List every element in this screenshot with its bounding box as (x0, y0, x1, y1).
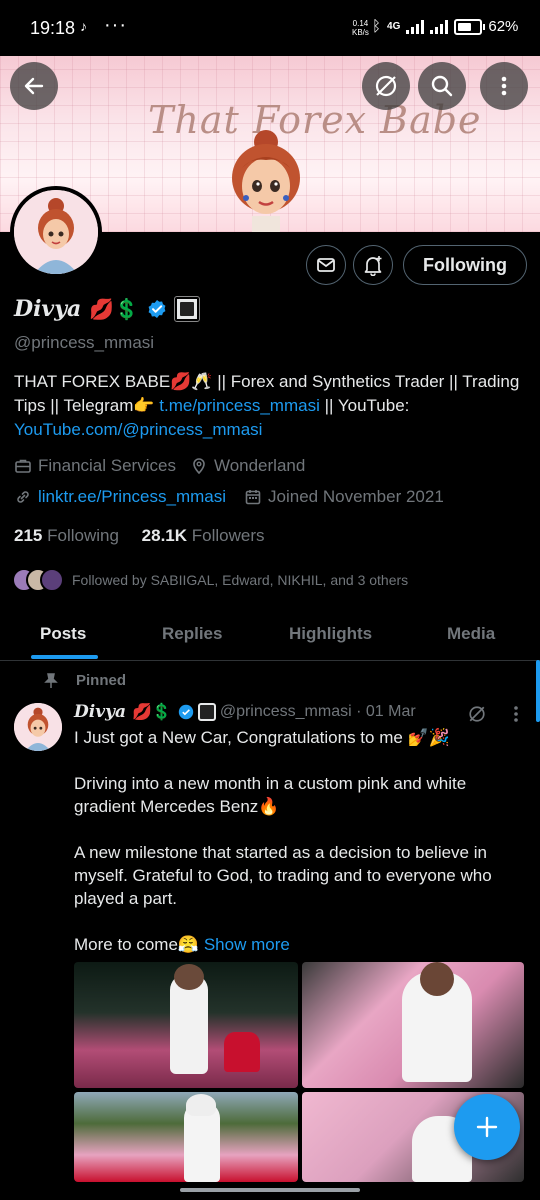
calendar-icon (245, 490, 261, 505)
gesture-nav-bar[interactable] (180, 1188, 360, 1192)
compose-plus-icon (476, 1116, 498, 1138)
follower-avatar-3 (40, 568, 64, 592)
tweet-text: I Just got a New Car, Congratulations to… (74, 728, 492, 954)
tweet-more-icon[interactable] (508, 704, 524, 724)
tweet-photo-1[interactable] (74, 962, 298, 1088)
tab-posts[interactable]: Posts (40, 624, 86, 644)
profile-name-emojis: 💋💲 (89, 297, 140, 321)
telegram-link[interactable]: t.me/princess_mmasi (159, 396, 320, 415)
back-arrow-icon (24, 77, 44, 95)
tab-replies[interactable]: Replies (162, 624, 222, 644)
pin-icon (44, 672, 58, 688)
signal-icon (406, 19, 425, 34)
message-icon (317, 258, 335, 272)
more-notifications-icon: ··· (104, 14, 127, 36)
photo-figure-head (420, 962, 454, 996)
grok-button[interactable] (362, 62, 410, 110)
more-vertical-icon (501, 76, 507, 96)
tweet-author-name[interactable]: Divya (74, 702, 126, 722)
affiliate-badge-icon (197, 703, 216, 721)
tweet-photo-2[interactable] (302, 962, 524, 1088)
grok-icon[interactable] (466, 703, 488, 725)
photo-figure-head (174, 964, 204, 990)
network-type: 4G (387, 21, 401, 32)
followed-by-row[interactable]: Followed by SABIIGAL, Edward, NIKHIL, an… (12, 568, 408, 592)
more-button[interactable] (480, 62, 528, 110)
profile-counts: 215 Following 28.1K Followers (14, 526, 265, 546)
profile-meta-row-1: Financial Services Wonderland (14, 456, 305, 476)
battery-percent: 62% (488, 18, 519, 35)
tiktok-icon: ♪ (80, 18, 87, 34)
following-count-link[interactable]: 215 Following (14, 526, 119, 545)
briefcase-icon (15, 459, 31, 473)
status-icons: ᛒ 4G 62% (372, 18, 518, 35)
photo-figure-head (186, 1094, 216, 1116)
followers-count-link[interactable]: 28.1K Followers (142, 526, 265, 545)
search-button[interactable] (418, 62, 466, 110)
affiliate-badge-icon[interactable] (174, 296, 201, 322)
message-button[interactable] (306, 245, 346, 285)
scrollbar[interactable] (536, 660, 540, 722)
search-icon (431, 75, 453, 97)
net-speed: 0.14 KB/s (352, 19, 369, 37)
profile-name-row: Divya 💋💲 (14, 296, 201, 322)
tweet-avatar-image (14, 703, 62, 751)
followed-by-text: Followed by SABIIGAL, Edward, NIKHIL, an… (72, 572, 409, 588)
profile-joined-date: Joined November 2021 (268, 487, 444, 506)
tab-media[interactable]: Media (447, 624, 495, 644)
avatar-image (14, 190, 98, 274)
pinned-label: Pinned (44, 672, 126, 689)
profile-tabs: Posts Replies Highlights Media (0, 610, 540, 661)
grok-icon (375, 75, 397, 97)
tweet-handle-date: @princess_mmasi · 01 Mar (219, 703, 416, 720)
profile-website-link[interactable]: linktr.ee/Princess_mmasi (38, 487, 226, 507)
profile-name: Divya (14, 296, 82, 322)
battery-icon (454, 18, 486, 35)
status-bar: 19:18 ♪ ··· 0.14 KB/s ᛒ 4G 62% (0, 0, 540, 56)
photo-ribbon (224, 1032, 260, 1072)
profile-meta-row-2: linktr.ee/Princess_mmasi Joined November… (14, 487, 444, 507)
profile-handle: @princess_mmasi (14, 333, 155, 352)
tweet-avatar[interactable] (14, 703, 62, 751)
banner-cartoon-image (232, 130, 300, 232)
youtube-link[interactable]: YouTube.com/@princess_mmasi (14, 420, 262, 439)
back-button[interactable] (10, 62, 58, 110)
status-time: 19:18 (30, 18, 76, 38)
notify-button[interactable] (353, 245, 393, 285)
show-more-link[interactable]: Show more (204, 935, 290, 954)
bluetooth-icon: ᛒ (372, 18, 382, 35)
link-icon (17, 491, 29, 503)
tweet-name-emojis: 💋💲 (131, 704, 172, 721)
notification-bell-icon (364, 256, 382, 276)
tweet-header: Divya 💋💲 @princess_mmasi · 01 Mar (74, 702, 416, 722)
tab-highlights[interactable]: Highlights (289, 624, 372, 644)
profile-bio: THAT FOREX BABE💋🥂 || Forex and Synthetic… (14, 372, 520, 439)
profile-location: Wonderland (213, 456, 306, 475)
following-button[interactable]: Following (403, 245, 527, 285)
compose-button[interactable] (454, 1094, 520, 1160)
location-pin-icon (193, 458, 205, 475)
verified-badge-icon (178, 704, 194, 720)
active-tab-indicator (31, 655, 98, 659)
profile-avatar[interactable] (10, 186, 102, 278)
tweet-photo-3[interactable] (74, 1092, 298, 1182)
signal-2-icon (430, 19, 449, 34)
profile-category: Financial Services (38, 456, 176, 475)
verified-badge-icon[interactable] (147, 299, 167, 319)
